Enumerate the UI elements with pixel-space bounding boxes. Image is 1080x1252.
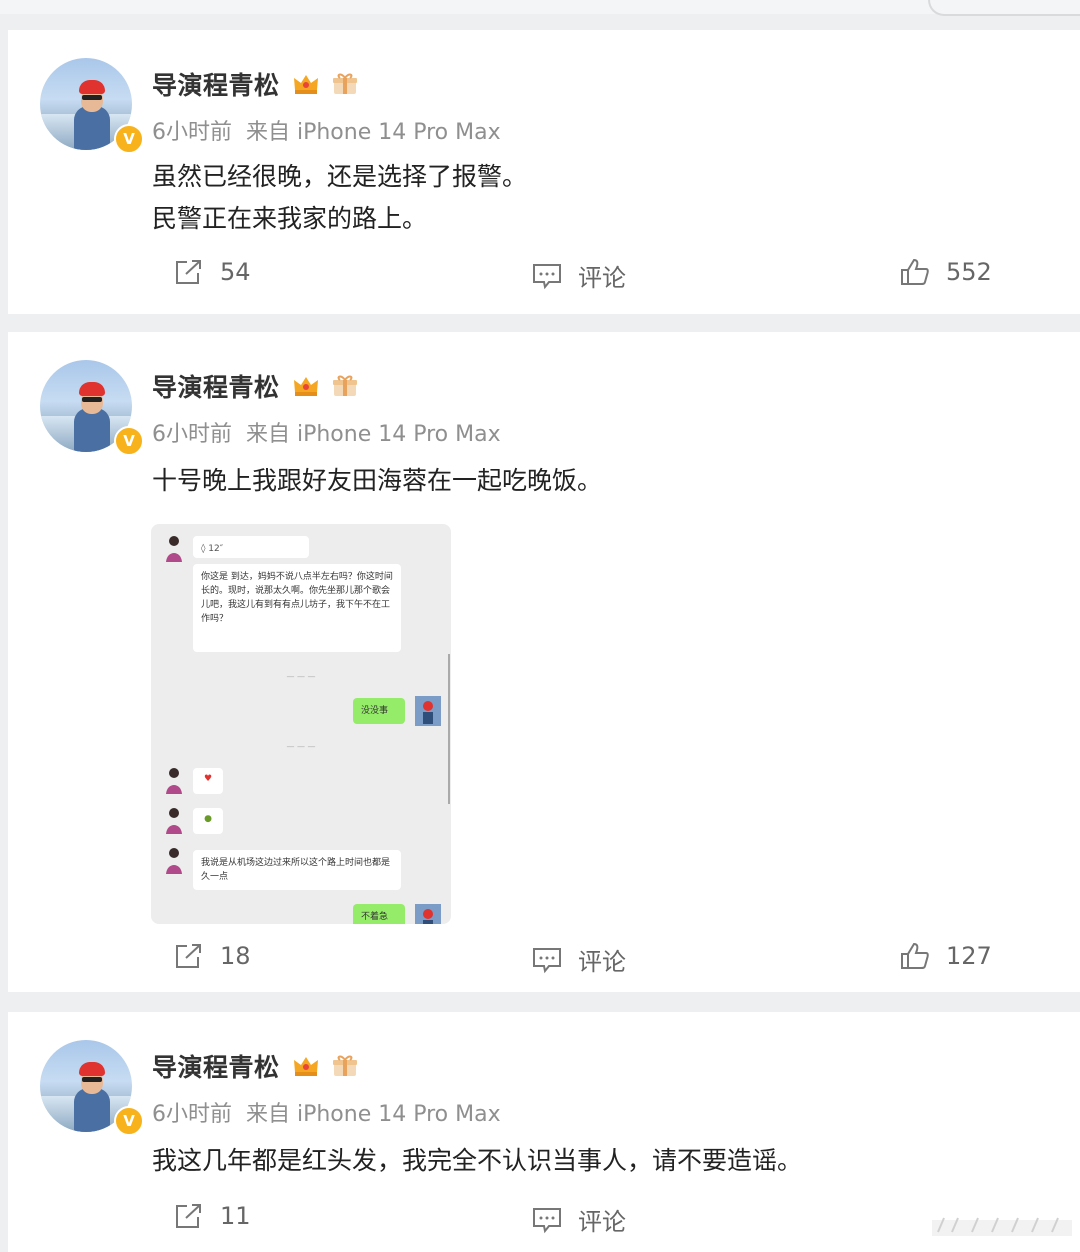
verified-badge-icon: V: [114, 426, 144, 456]
repost-icon: [176, 944, 201, 968]
thumbs-up-icon: [901, 942, 929, 969]
user-avatar-icon: [415, 696, 441, 726]
thumbs-up-icon: [901, 258, 929, 285]
chat-timestamp: — — —: [286, 672, 316, 681]
post-card: V 导演程青松 6小时前 来自 iPhone 14 Pro Max 虽然已经很晚…: [8, 30, 1080, 314]
author-name[interactable]: 导演程青松: [152, 1048, 280, 1084]
post-meta: 6小时前 来自 iPhone 14 Pro Max: [152, 120, 501, 145]
post-content: 虽然已经很晚，还是选择了报警。 民警正在来我家的路上。: [152, 156, 527, 240]
crown-icon: [294, 1057, 318, 1076]
post-card: V 导演程青松 6小时前 来自 iPhone 14 Pro Max 我这几年都是…: [8, 1012, 1080, 1252]
contact-avatar-icon: [166, 848, 182, 874]
crown-icon: [294, 75, 318, 94]
content-line: 民警正在来我家的路上。: [152, 204, 428, 233]
comment-label: 评论: [578, 948, 626, 976]
chat-bubble-voice: ◊ 12″: [193, 536, 309, 558]
comment-label: 评论: [578, 1208, 626, 1236]
content-line: 我这几年都是红头发，我完全不认识当事人，请不要造谣。: [152, 1146, 803, 1175]
content-line: 虽然已经很晚，还是选择了报警。: [152, 162, 528, 191]
repost-button[interactable]: 18: [174, 942, 251, 970]
comment-label: 评论: [578, 264, 626, 292]
author-name[interactable]: 导演程青松: [152, 66, 280, 102]
repost-count: 11: [220, 1202, 251, 1230]
comment-button[interactable]: 评论: [532, 942, 626, 977]
gift-icon: [333, 375, 357, 396]
comment-button[interactable]: 评论: [532, 1202, 626, 1237]
crown-icon: [294, 377, 318, 396]
verified-badge-icon: V: [114, 1106, 144, 1136]
gift-icon: [333, 73, 357, 94]
chat-timestamp: — — —: [286, 742, 316, 751]
chat-screenshot-image[interactable]: ◊ 12″ 你这是 到达，妈妈不说八点半左右吗？你这时间长的。现时，说那太久啊。…: [151, 524, 451, 924]
repost-icon: [176, 260, 201, 284]
contact-avatar-icon: [166, 536, 182, 562]
like-button[interactable]: 127: [900, 942, 992, 970]
repost-button[interactable]: 54: [174, 258, 251, 286]
chat-bubble: 你这是 到达，妈妈不说八点半左右吗？你这时间长的。现时，说那太久啊。你先坐那儿那…: [193, 564, 401, 652]
comment-icon: [533, 947, 561, 973]
contact-avatar-icon: [166, 768, 182, 794]
like-button[interactable]: 552: [900, 258, 992, 286]
verified-badge-icon: V: [114, 124, 144, 154]
post-content: 我这几年都是红头发，我完全不认识当事人，请不要造谣。: [152, 1140, 802, 1182]
author-name[interactable]: 导演程青松: [152, 368, 280, 404]
top-curve: [928, 0, 1080, 16]
chat-scrollbar: [448, 654, 450, 804]
post-content: 十号晚上我跟好友田海蓉在一起吃晚饭。: [152, 460, 602, 502]
post-card: V 导演程青松 6小时前 来自 iPhone 14 Pro Max 十号晚上我跟…: [8, 332, 1080, 992]
gift-icon: [333, 1055, 357, 1076]
chat-bubble-emoji: ●: [193, 808, 223, 834]
chat-bubble-heart: ♥: [193, 768, 223, 794]
repost-icon: [176, 1204, 201, 1228]
chat-bubble-reply: 没没事: [353, 698, 405, 724]
chat-bubble: 我说是从机场这边过来所以这个路上时间也都是久一点: [193, 850, 401, 890]
top-strip: [0, 0, 1080, 16]
comment-icon: [533, 1207, 561, 1233]
repost-button[interactable]: 11: [174, 1202, 251, 1230]
contact-avatar-icon: [166, 808, 182, 834]
repost-count: 54: [220, 258, 251, 286]
comment-icon: [533, 263, 561, 289]
user-avatar-icon: [415, 904, 441, 924]
watermark-icon: [932, 1217, 1072, 1236]
post-meta: 6小时前 来自 iPhone 14 Pro Max: [152, 1102, 501, 1127]
comment-button[interactable]: 评论: [532, 258, 626, 293]
like-count: 552: [946, 258, 992, 286]
chat-bubble-reply: 不着急: [353, 904, 405, 924]
repost-count: 18: [220, 942, 251, 970]
content-line: 十号晚上我跟好友田海蓉在一起吃晚饭。: [152, 466, 603, 495]
post-meta: 6小时前 来自 iPhone 14 Pro Max: [152, 422, 501, 447]
like-count: 127: [946, 942, 992, 970]
